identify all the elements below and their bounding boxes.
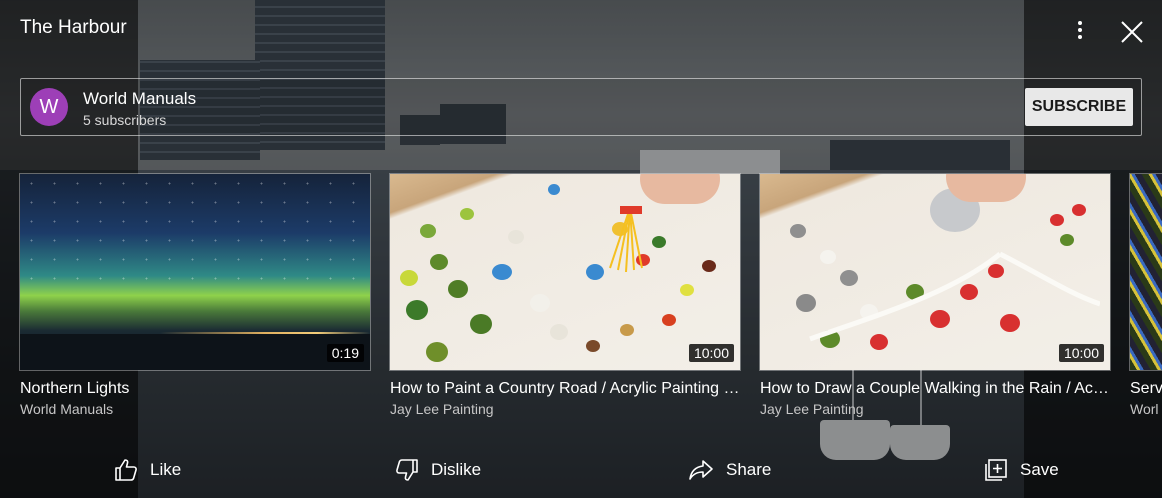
like-button[interactable]: Like <box>114 456 181 484</box>
video-thumbnail[interactable] <box>1129 173 1162 371</box>
dislike-label: Dislike <box>431 460 482 479</box>
video-card[interactable]: 10:00 How to Draw a Couple Walking in th… <box>759 173 1111 417</box>
like-label: Like <box>150 460 182 479</box>
video-card-title[interactable]: How to Paint a Country Road / Acrylic Pa… <box>390 380 740 398</box>
save-button[interactable]: Save <box>984 456 1059 484</box>
close-icon[interactable] <box>1118 18 1146 46</box>
video-card[interactable]: 10:00 How to Paint a Country Road / Acry… <box>389 173 741 417</box>
avatar[interactable]: W <box>30 88 68 126</box>
video-title: The Harbour <box>20 17 127 38</box>
video-card-channel: Jay Lee Painting <box>390 401 494 417</box>
video-card-channel: Jay Lee Painting <box>760 401 864 417</box>
duration-badge: 10:00 <box>1058 344 1104 362</box>
video-thumbnail[interactable]: 0:19 <box>19 173 371 371</box>
save-label: Save <box>1020 460 1059 479</box>
video-card-title[interactable]: Serv <box>1130 380 1162 398</box>
more-vert-icon[interactable] <box>1068 18 1092 46</box>
thumbs-up-icon <box>115 459 137 481</box>
video-card-channel: World Manuals <box>20 401 114 417</box>
channel-name[interactable]: World Manuals <box>83 89 196 109</box>
share-icon <box>689 460 713 480</box>
video-card[interactable]: 0:19 Northern Lights World Manuals <box>19 173 371 417</box>
video-card-title[interactable]: How to Draw a Couple Walking in the Rain… <box>760 380 1110 398</box>
video-thumbnail[interactable]: 10:00 <box>759 173 1111 371</box>
video-card-channel: Worl <box>1130 401 1159 417</box>
subscriber-count: 5 subscribers <box>83 112 167 128</box>
thumbs-down-icon <box>396 459 418 481</box>
subscribe-button[interactable]: SUBSCRIBE <box>1025 88 1133 126</box>
duration-badge: 0:19 <box>326 344 364 362</box>
video-thumbnail[interactable]: 10:00 <box>389 173 741 371</box>
share-label: Share <box>726 460 772 479</box>
duration-badge: 10:00 <box>688 344 734 362</box>
video-card-title[interactable]: Northern Lights <box>20 380 370 398</box>
channel-bar[interactable]: W World Manuals 5 subscribers SUBSCRIBE <box>20 78 1142 136</box>
dislike-button[interactable]: Dislike <box>395 456 481 484</box>
video-card[interactable]: Serv Worl <box>1129 173 1162 417</box>
save-playlist-icon <box>985 459 1007 481</box>
share-button[interactable]: Share <box>688 456 771 484</box>
